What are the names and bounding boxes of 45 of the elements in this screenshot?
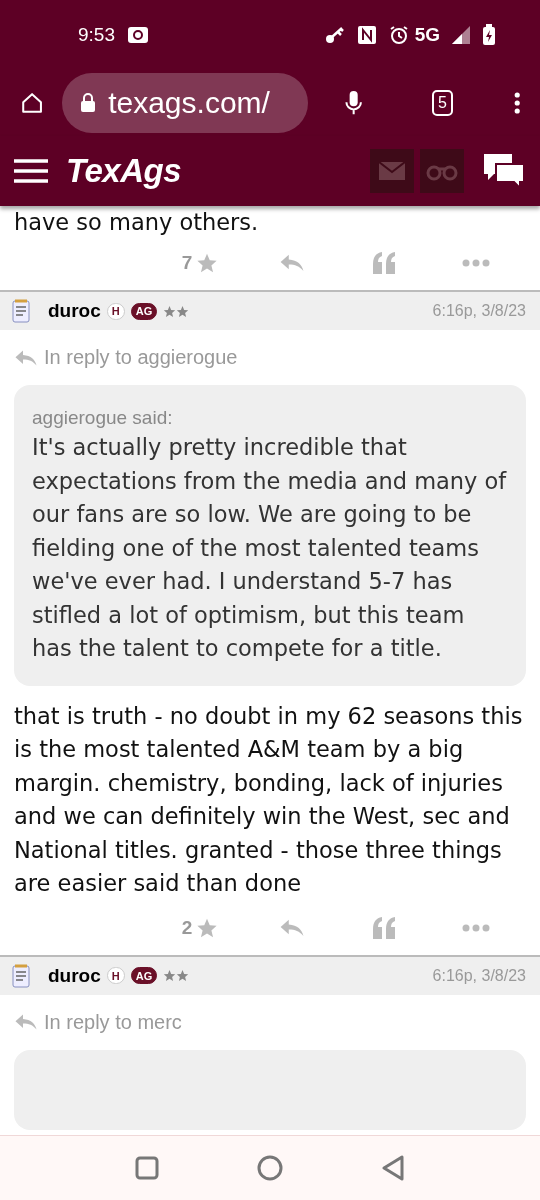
star-icon[interactable] — [196, 252, 219, 274]
home-button[interactable] — [257, 1155, 283, 1181]
site-logo[interactable]: TexAgs — [66, 152, 181, 190]
back-button[interactable] — [381, 1155, 405, 1181]
reply-arrow-icon — [14, 348, 38, 367]
reply-icon[interactable] — [279, 253, 305, 273]
menu-icon[interactable] — [14, 159, 48, 183]
post-time: 6:16p, 3/8/23 — [432, 966, 526, 985]
binoculars-button[interactable] — [420, 149, 464, 193]
user-badge: H — [106, 302, 125, 320]
author-name[interactable]: duroc — [48, 964, 101, 987]
user-badge: AG — [130, 967, 158, 984]
rank-stars-icon — [163, 304, 190, 318]
more-icon[interactable] — [462, 923, 490, 932]
reply-arrow-icon — [14, 1013, 38, 1031]
recents-button[interactable] — [135, 1156, 159, 1180]
battery-icon — [482, 24, 496, 46]
menu-dots-icon[interactable] — [513, 89, 520, 117]
lock-icon — [80, 93, 97, 113]
network-label: 5G — [414, 24, 440, 46]
post-time: 6:16p, 3/8/23 — [432, 302, 526, 320]
tab-count-button[interactable]: 5 — [431, 90, 454, 116]
nfc-icon — [356, 25, 377, 45]
alarm-icon — [388, 25, 409, 45]
quote-icon[interactable] — [372, 916, 396, 939]
author-name[interactable]: duroc — [48, 300, 101, 322]
notepad-icon — [12, 963, 30, 988]
quote-text: It's actually pretty incredible that expectations from the media and many of our fans are so low. We are going to be fielding one of the most talented teams we've ever had. I understand 5-7 has stifled a lot of optimism, but this team has the talent to compete for a title. — [32, 433, 508, 663]
mail-button[interactable] — [370, 149, 414, 193]
more-icon[interactable] — [462, 259, 490, 267]
user-badge: AG — [130, 302, 158, 320]
rank-stars-icon — [163, 969, 190, 982]
key-icon — [324, 25, 345, 45]
quote-author: aggierogue said: — [32, 407, 174, 429]
user-badge: H — [106, 967, 125, 984]
quote-icon[interactable] — [372, 252, 396, 274]
post-text: that is truth - no doubt in my 62 seasons this is the most talented A&M team by a big margin. chemistry, bonding, lack of injuries and we can definitely win the West, sec and National titles. granted - those three things are easier said than done — [13, 701, 524, 898]
mail-icon — [379, 162, 405, 180]
notepad-icon — [12, 299, 30, 323]
screen-record-icon — [127, 26, 149, 44]
address-bar[interactable]: texags.com/ — [62, 73, 309, 133]
post-text: have so many others. — [14, 208, 260, 236]
reply-icon[interactable] — [279, 917, 305, 938]
signal-icon — [452, 26, 470, 44]
clock-time: 9:53 — [78, 24, 115, 46]
